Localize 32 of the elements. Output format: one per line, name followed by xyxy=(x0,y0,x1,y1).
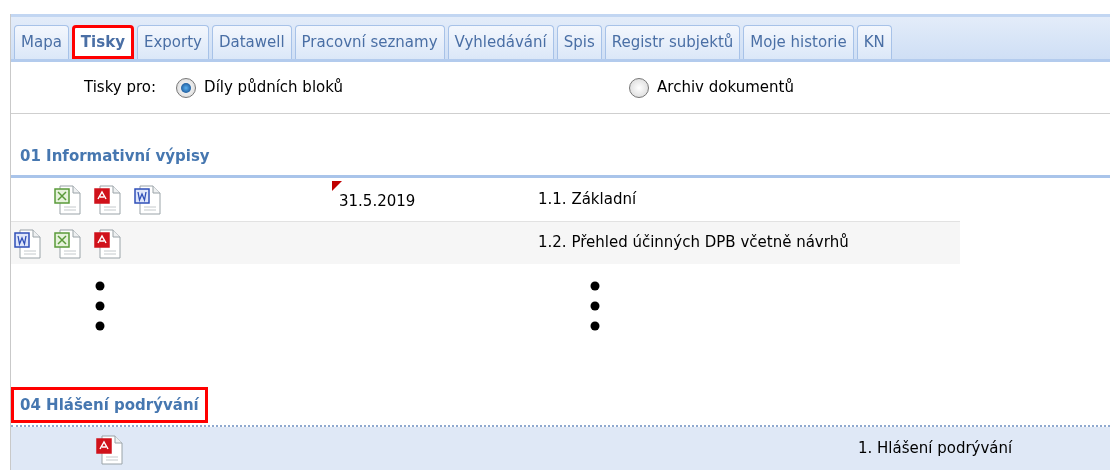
spreadsheet-file-icon[interactable] xyxy=(54,183,84,215)
tab[interactable]: KN xyxy=(856,25,892,59)
pdf-file-icon[interactable] xyxy=(94,183,124,215)
spreadsheet-file-icon[interactable] xyxy=(54,226,84,259)
tab[interactable]: Mapa xyxy=(14,25,69,59)
radio-button[interactable] xyxy=(176,77,197,98)
table-row[interactable]: 1. Hlášení podrývání xyxy=(11,427,1110,470)
radio-button[interactable] xyxy=(629,77,650,98)
radio-option[interactable]: Archiv dokumentů xyxy=(629,76,794,99)
tab[interactable]: Registr subjektů xyxy=(604,25,741,59)
vertical-ellipsis-icon xyxy=(590,281,600,331)
radio-option[interactable]: Díly půdních bloků xyxy=(176,76,630,99)
tab[interactable]: Pracovní seznamy xyxy=(294,25,445,59)
pdf-file-icon[interactable] xyxy=(94,226,124,259)
tab[interactable]: Tisky xyxy=(71,25,134,59)
section-heading: 04 Hlášení podrývání xyxy=(11,386,208,423)
print-name-cell[interactable]: 1. Hlášení podrývání xyxy=(858,437,1013,460)
tab[interactable]: Exporty xyxy=(136,25,209,59)
tab[interactable]: Datawell xyxy=(211,25,292,59)
date-cell-text: 31.5.2019 xyxy=(338,190,416,212)
print-name-cell[interactable]: 1.1. Základní xyxy=(538,187,637,211)
document-file-icon[interactable] xyxy=(14,226,44,259)
vertical-ellipsis-icon xyxy=(95,281,105,331)
tab[interactable]: Vyhledávání xyxy=(447,25,554,59)
tab[interactable]: Moje historie xyxy=(743,25,854,59)
pdf-file-icon[interactable] xyxy=(96,432,126,465)
document-file-icon[interactable] xyxy=(134,183,164,215)
print-for-label: Tisky pro: xyxy=(84,77,157,99)
section-heading: 01 Informativní výpisy xyxy=(19,146,211,167)
print-name-cell[interactable]: 1.2. Přehled účinných DPB včetně návrhů xyxy=(538,231,849,254)
tab[interactable]: Spis xyxy=(556,25,602,59)
table-row[interactable]: 1.2. Přehled účinných DPB včetně návrhů xyxy=(11,220,960,264)
